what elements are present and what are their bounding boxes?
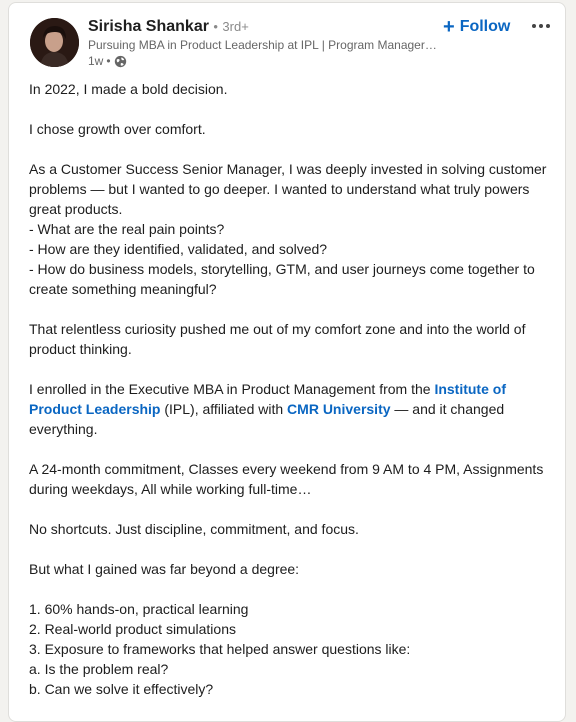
connection-degree: 3rd+ bbox=[222, 19, 249, 34]
post-line: Product Leadership (IPL), affiliated wit… bbox=[29, 399, 554, 419]
author-name[interactable]: Sirisha Shankar bbox=[88, 18, 209, 35]
post-link[interactable]: CMR University bbox=[287, 401, 390, 417]
post-line: problems — but I wanted to go deeper. I … bbox=[29, 179, 554, 199]
post-timestamp: 1w bbox=[88, 54, 104, 68]
post-line: a. Is the problem real? bbox=[29, 659, 554, 679]
post-line-text: b. Can we solve it effectively? bbox=[29, 681, 214, 697]
post-line bbox=[29, 99, 554, 119]
post-line: I chose growth over comfort. bbox=[29, 119, 554, 139]
post-line-text: No shortcuts. Just discipline, commitmen… bbox=[29, 521, 359, 537]
post-line-text: — and it changed bbox=[390, 401, 505, 417]
post-line: A 24-month commitment, Classes every wee… bbox=[29, 459, 554, 479]
post-line: As a Customer Success Senior Manager, I … bbox=[29, 159, 554, 179]
post-line-text: In 2022, I made a bold decision. bbox=[29, 81, 228, 97]
post-line bbox=[29, 139, 554, 159]
post-line: That relentless curiosity pushed me out … bbox=[29, 319, 554, 339]
post-line bbox=[29, 539, 554, 559]
post-line: I enrolled in the Executive MBA in Produ… bbox=[29, 379, 554, 399]
post-line: - How are they identified, validated, an… bbox=[29, 239, 554, 259]
post-line bbox=[29, 579, 554, 599]
more-options-button[interactable] bbox=[527, 13, 555, 39]
post-line: product thinking. bbox=[29, 339, 554, 359]
post-line-text: A 24-month commitment, Classes every wee… bbox=[29, 461, 544, 477]
post-line bbox=[29, 499, 554, 519]
globe-icon bbox=[114, 55, 127, 68]
author-headline: Pursuing MBA in Product Leadership at IP… bbox=[88, 38, 440, 52]
post-line-text: - How do business models, storytelling, … bbox=[29, 261, 535, 277]
post-line-text: a. Is the problem real? bbox=[29, 661, 169, 677]
post-line-text: 2. Real-world product simulations bbox=[29, 621, 236, 637]
post-card: Sirisha Shankar • 3rd+ Pursuing MBA in P… bbox=[8, 2, 566, 722]
post-line-text: I chose growth over comfort. bbox=[29, 121, 206, 137]
post-line-text: problems — but I wanted to go deeper. I … bbox=[29, 181, 530, 197]
post-line-text: - How are they identified, validated, an… bbox=[29, 241, 328, 257]
post-line-text: product thinking. bbox=[29, 341, 132, 357]
post-line-text: create something meaningful? bbox=[29, 281, 217, 297]
post-line bbox=[29, 359, 554, 379]
post-line: 3. Exposure to frameworks that helped an… bbox=[29, 639, 554, 659]
post-line-text: everything. bbox=[29, 421, 98, 437]
post-line: But what I gained was far beyond a degre… bbox=[29, 559, 554, 579]
ellipsis-icon bbox=[532, 24, 550, 28]
post-line: 1. 60% hands-on, practical learning bbox=[29, 599, 554, 619]
post-line-text: That relentless curiosity pushed me out … bbox=[29, 321, 526, 337]
post-line: In 2022, I made a bold decision. bbox=[29, 79, 554, 99]
post-line-text: As a Customer Success Senior Manager, I … bbox=[29, 161, 547, 177]
post-line-text: during weekdays, All while working full-… bbox=[29, 481, 312, 497]
post-line-text: - What are the real pain points? bbox=[29, 221, 225, 237]
post-line-text: But what I gained was far beyond a degre… bbox=[29, 561, 300, 577]
author-name-line: Sirisha Shankar • 3rd+ bbox=[88, 17, 448, 37]
post-meta: 1w • bbox=[88, 53, 448, 69]
post-line bbox=[29, 299, 554, 319]
separator-dot: • bbox=[213, 19, 218, 34]
post-line: - What are the real pain points? bbox=[29, 219, 554, 239]
post-line-text: 3. Exposure to frameworks that helped an… bbox=[29, 641, 411, 657]
post-line: great products. bbox=[29, 199, 554, 219]
post-author: Sirisha Shankar • 3rd+ Pursuing MBA in P… bbox=[88, 17, 448, 69]
meta-separator: • bbox=[106, 54, 111, 68]
follow-label: Follow bbox=[459, 18, 511, 35]
follow-button[interactable]: + Follow bbox=[443, 17, 510, 37]
avatar[interactable] bbox=[30, 18, 79, 67]
post-line-text: (IPL), affiliated with bbox=[160, 401, 288, 417]
post-line: - How do business models, storytelling, … bbox=[29, 259, 554, 279]
post-line-text: I enrolled in the Executive MBA in Produ… bbox=[29, 381, 435, 397]
post-link[interactable]: Product Leadership bbox=[29, 401, 160, 417]
post-link[interactable]: Institute of bbox=[434, 381, 506, 397]
post-line-text: great products. bbox=[29, 201, 123, 217]
post-line-text: 1. 60% hands-on, practical learning bbox=[29, 601, 249, 617]
plus-icon: + bbox=[443, 16, 455, 38]
profile-photo bbox=[30, 18, 79, 67]
post-line: No shortcuts. Just discipline, commitmen… bbox=[29, 519, 554, 539]
post-line: b. Can we solve it effectively? bbox=[29, 679, 554, 699]
post-line: 2. Real-world product simulations bbox=[29, 619, 554, 639]
post-line: create something meaningful? bbox=[29, 279, 554, 299]
post-text: In 2022, I made a bold decision. I chose … bbox=[29, 79, 554, 699]
post-line: everything. bbox=[29, 419, 554, 439]
post-line: during weekdays, All while working full-… bbox=[29, 479, 554, 499]
post-line bbox=[29, 439, 554, 459]
